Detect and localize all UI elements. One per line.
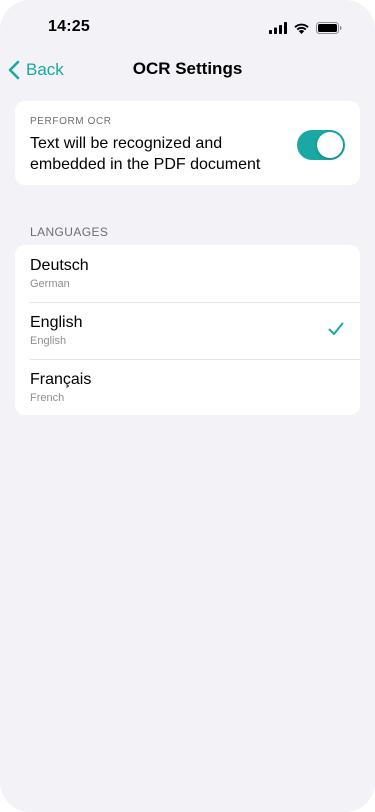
ocr-description: Text will be recognized and embedded in … <box>30 135 261 173</box>
battery-icon <box>316 22 342 34</box>
status-icons <box>269 20 342 36</box>
language-subtitle: French <box>30 392 65 404</box>
toggle-knob <box>317 132 343 158</box>
checkmark-icon <box>328 322 344 336</box>
ocr-card: PERFORM OCR Text will be recognized and … <box>15 101 360 185</box>
language-name: Français <box>30 371 92 388</box>
languages-list: Deutsch German English English Français … <box>15 245 360 415</box>
ocr-caption: PERFORM OCR <box>30 116 112 127</box>
language-name: English <box>30 314 83 331</box>
screen: 14:25 Back OCR Settings PERFORM OCR Text… <box>0 0 375 812</box>
status-time: 14:25 <box>48 18 90 35</box>
perform-ocr-toggle[interactable] <box>297 130 345 160</box>
language-row-deutsch[interactable]: Deutsch German <box>15 245 360 302</box>
wifi-icon <box>293 22 310 34</box>
language-subtitle: English <box>30 335 67 347</box>
language-row-francais[interactable]: Français French <box>15 359 360 415</box>
languages-header: LANGUAGES <box>30 225 109 239</box>
language-subtitle: German <box>30 278 70 290</box>
navigation-bar: Back OCR Settings <box>0 50 375 90</box>
page-title: OCR Settings <box>132 59 243 78</box>
language-name: Deutsch <box>30 257 89 274</box>
cellular-signal-icon <box>269 22 287 34</box>
language-row-english[interactable]: English English <box>15 302 360 359</box>
status-bar: 14:25 <box>0 0 375 50</box>
